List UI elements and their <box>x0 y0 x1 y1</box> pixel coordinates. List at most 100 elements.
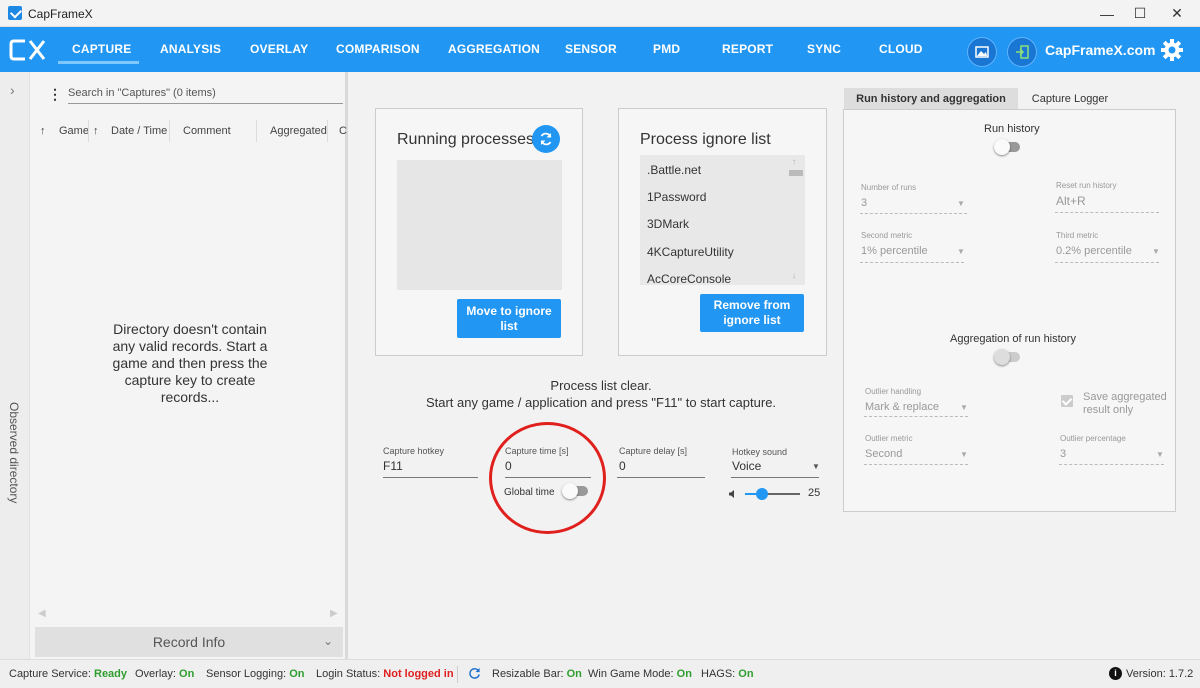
record-info-expander[interactable]: Record Info ⌄ <box>35 627 343 657</box>
column-comment[interactable]: Comment <box>183 125 231 137</box>
volume-slider-thumb[interactable] <box>756 488 768 500</box>
nav-report[interactable]: REPORT <box>722 42 773 56</box>
run-history-title: Run history <box>984 123 1040 135</box>
sort-arrow-icon[interactable]: ↑ <box>93 125 99 137</box>
column-c[interactable]: C <box>339 125 347 137</box>
nav-pmd[interactable]: PMD <box>653 42 680 56</box>
column-date-time[interactable]: Date / Time <box>111 125 167 137</box>
third-metric-select[interactable]: 0.2% percentile <box>1056 245 1132 257</box>
list-item[interactable]: 1Password <box>647 190 706 204</box>
dropdown-caret-icon: ▼ <box>1152 247 1160 256</box>
column-aggregated[interactable]: Aggregated <box>270 125 327 137</box>
volume-icon <box>729 490 734 498</box>
move-to-ignore-button[interactable]: Move to ignore list <box>457 299 561 338</box>
hags-label: HAGS: <box>701 668 736 680</box>
scroll-up-icon[interactable]: ↑ <box>792 157 796 166</box>
dropdown-caret-icon: ▼ <box>960 403 968 412</box>
nav-analysis[interactable]: ANALYSIS <box>160 42 221 56</box>
reset-run-history-label: Reset run history <box>1056 181 1117 190</box>
run-history-toggle[interactable] <box>994 139 1020 155</box>
dropdown-caret-icon: ▼ <box>957 247 965 256</box>
tab-run-history[interactable]: Run history and aggregation <box>844 88 1018 110</box>
capframex-site-link[interactable]: CapFrameX.com <box>1045 42 1155 58</box>
reset-run-history-input[interactable]: Alt+R <box>1056 194 1086 208</box>
hotkey-sound-label: Hotkey sound <box>732 447 788 457</box>
chevron-down-icon: ⌄ <box>322 634 333 648</box>
sort-arrow-icon[interactable]: ↑ <box>40 125 46 137</box>
search-input[interactable] <box>68 82 343 104</box>
column-game[interactable]: Game <box>59 125 89 137</box>
remove-from-ignore-button[interactable]: Remove from ignore list <box>700 294 804 332</box>
empty-records-message: Directory doesn't contain any valid reco… <box>112 321 268 405</box>
info-icon[interactable]: i <box>1109 667 1122 680</box>
capture-delay-input[interactable]: 0 <box>619 459 626 473</box>
list-item[interactable]: 3DMark <box>647 217 689 231</box>
highlight-circle <box>489 422 606 534</box>
scroll-right-icon[interactable]: ▶ <box>330 608 338 619</box>
ignore-list-scrollbar[interactable]: ↑ ↓ <box>788 156 804 285</box>
nav-aggregation[interactable]: AGGREGATION <box>448 42 540 56</box>
list-item[interactable]: .Battle.net <box>647 163 701 177</box>
login-status-label: Login Status: <box>316 668 381 680</box>
process-status-line-1: Process list clear. <box>550 378 652 393</box>
ignore-list[interactable]: .Battle.net 1Password 3DMark 4KCaptureUt… <box>640 155 805 285</box>
save-aggregated-label: Save aggregated result only <box>1083 391 1167 416</box>
scroll-left-icon[interactable]: ◀ <box>38 608 46 619</box>
observed-directory-strip[interactable]: › Observed directory <box>0 72 30 659</box>
outlier-metric-label: Outlier metric <box>865 434 913 443</box>
second-metric-select[interactable]: 1% percentile <box>861 245 928 257</box>
number-of-runs-select[interactable]: 3 <box>861 197 867 209</box>
login-button[interactable] <box>1007 37 1037 67</box>
aggregation-title: Aggregation of run history <box>950 333 1076 345</box>
outlier-handling-select[interactable]: Mark & replace <box>865 401 939 413</box>
capframex-logo <box>9 39 46 61</box>
sensor-logging-label: Sensor Logging: <box>206 668 287 680</box>
dropdown-caret-icon: ▼ <box>960 450 968 459</box>
chevron-right-icon[interactable]: › <box>10 82 15 98</box>
dropdown-caret-icon: ▼ <box>1156 450 1164 459</box>
record-info-label: Record Info <box>152 634 226 650</box>
login-status-value: Not logged in <box>383 668 454 680</box>
tab-capture-logger[interactable]: Capture Logger <box>1018 88 1122 110</box>
outlier-handling-label: Outlier handling <box>865 387 922 396</box>
outlier-percentage-select[interactable]: 3 <box>1060 448 1066 460</box>
hags-status: On <box>738 668 754 680</box>
hotkey-sound-select[interactable]: Voice <box>732 459 761 473</box>
nav-cloud[interactable]: CLOUD <box>879 42 923 56</box>
nav-sync[interactable]: SYNC <box>807 42 841 56</box>
running-processes-list[interactable] <box>397 160 562 290</box>
win-game-mode-status: On <box>676 668 692 680</box>
nav-capture[interactable]: CAPTURE <box>72 42 131 56</box>
more-vert-icon[interactable]: ⋮ <box>48 86 62 103</box>
refresh-button[interactable] <box>532 125 560 153</box>
dropdown-caret-icon[interactable]: ▼ <box>812 462 820 471</box>
nav-active-indicator <box>58 61 139 64</box>
nav-sensor[interactable]: SENSOR <box>565 42 617 56</box>
volume-value: 25 <box>808 487 821 499</box>
refresh-icon[interactable] <box>468 667 481 680</box>
outlier-percentage-label: Outlier percentage <box>1060 434 1126 443</box>
resizable-bar-label: Resizable Bar: <box>492 668 564 680</box>
number-of-runs-label: Number of runs <box>861 183 917 192</box>
win-game-mode-label: Win Game Mode: <box>588 668 674 680</box>
title-bar: CapFrameX — ☐ ✕ <box>0 0 1200 27</box>
save-aggregated-checkbox[interactable] <box>1061 395 1073 407</box>
outlier-metric-select[interactable]: Second <box>865 448 902 460</box>
nav-comparison[interactable]: COMPARISON <box>336 42 420 56</box>
overlay-label: Overlay: <box>135 668 176 680</box>
scroll-down-icon[interactable]: ↓ <box>792 271 796 280</box>
second-metric-label: Second metric <box>861 231 913 240</box>
scrollbar-thumb[interactable] <box>789 170 803 176</box>
list-item[interactable]: 4KCaptureUtility <box>647 245 734 259</box>
nav-overlay[interactable]: OVERLAY <box>250 42 308 56</box>
gear-icon[interactable] <box>1160 38 1184 62</box>
list-item[interactable]: AcCoreConsole <box>647 272 731 285</box>
ignore-list-title: Process ignore list <box>640 131 771 148</box>
capture-hotkey-input[interactable]: F11 <box>383 459 403 473</box>
refresh-icon <box>540 132 552 146</box>
close-button[interactable]: ✕ <box>1154 0 1200 27</box>
capture-hotkey-label: Capture hotkey <box>383 446 445 456</box>
capture-delay-label: Capture delay [s] <box>619 446 688 456</box>
aggregation-toggle[interactable] <box>994 349 1020 365</box>
screenshot-button[interactable] <box>967 37 997 67</box>
